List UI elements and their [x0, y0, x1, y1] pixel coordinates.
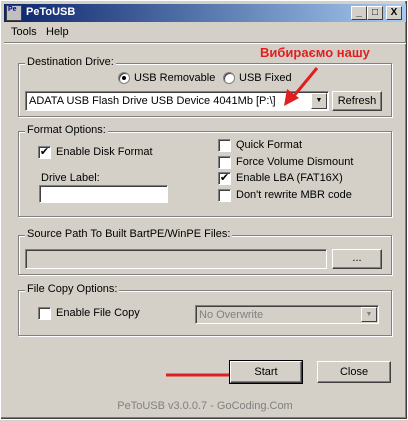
- close-window-button[interactable]: X: [386, 6, 402, 20]
- overwrite-select[interactable]: No Overwrite ▼: [195, 305, 379, 324]
- dont-rewrite-mbr-checkbox[interactable]: [218, 189, 231, 202]
- quick-format-checkbox[interactable]: [218, 139, 231, 152]
- menu-help[interactable]: Help: [46, 26, 69, 38]
- radio-usb-removable-label: USB Removable: [134, 72, 216, 84]
- format-options-legend: Format Options:: [25, 124, 108, 136]
- app-window: Pe PeToUSB _ □ X Tools Help Destination …: [0, 0, 408, 420]
- enable-disk-format-checkbox[interactable]: ✔: [38, 146, 51, 159]
- destination-drive-select[interactable]: ADATA USB Flash Drive USB Device 4041Mb …: [25, 91, 329, 111]
- annotation-text: Вибираємо нашу: [260, 45, 370, 60]
- menu-tools[interactable]: Tools: [11, 26, 37, 38]
- enable-lba-label: Enable LBA (FAT16X): [236, 172, 343, 184]
- title-bar[interactable]: Pe PeToUSB _ □ X: [4, 4, 406, 22]
- destination-drive-legend: Destination Drive:: [25, 56, 116, 68]
- app-icon-text: Pe: [8, 6, 17, 13]
- enable-lba-checkbox[interactable]: ✔: [218, 172, 231, 185]
- browse-button[interactable]: ...: [332, 249, 382, 269]
- refresh-button[interactable]: Refresh: [332, 91, 382, 111]
- app-icon[interactable]: Pe: [6, 5, 22, 21]
- menu-separator: [4, 42, 406, 44]
- start-button[interactable]: Start: [229, 360, 303, 384]
- maximize-button[interactable]: □: [367, 6, 383, 20]
- radio-usb-removable[interactable]: [118, 72, 130, 84]
- chevron-down-icon[interactable]: ▼: [361, 307, 377, 322]
- source-path-input[interactable]: [25, 249, 327, 269]
- window-title: PeToUSB: [26, 6, 76, 18]
- menu-bar: Tools Help: [4, 23, 406, 41]
- force-dismount-label: Force Volume Dismount: [236, 156, 354, 168]
- footer-text: PeToUSB v3.0.0.7 - GoCoding.Com: [117, 400, 293, 412]
- file-copy-legend: File Copy Options:: [25, 283, 120, 295]
- close-button[interactable]: Close: [317, 361, 391, 383]
- drive-label-label: Drive Label:: [41, 172, 100, 184]
- enable-file-copy-label: Enable File Copy: [56, 307, 140, 319]
- enable-disk-format-label: Enable Disk Format: [56, 146, 153, 158]
- radio-usb-fixed[interactable]: [223, 72, 235, 84]
- overwrite-value: No Overwrite: [199, 309, 264, 321]
- dont-rewrite-mbr-label: Don't rewrite MBR code: [236, 189, 352, 201]
- enable-file-copy-checkbox[interactable]: [38, 307, 51, 320]
- force-dismount-checkbox[interactable]: [218, 156, 231, 169]
- minimize-button[interactable]: _: [351, 6, 367, 20]
- source-path-legend: Source Path To Built BartPE/WinPE Files:: [25, 228, 233, 240]
- destination-drive-value: ADATA USB Flash Drive USB Device 4041Mb …: [29, 95, 276, 107]
- quick-format-label: Quick Format: [236, 139, 303, 151]
- chevron-down-icon[interactable]: ▼: [311, 93, 327, 109]
- radio-usb-fixed-label: USB Fixed: [239, 72, 292, 84]
- drive-label-input[interactable]: [39, 185, 168, 203]
